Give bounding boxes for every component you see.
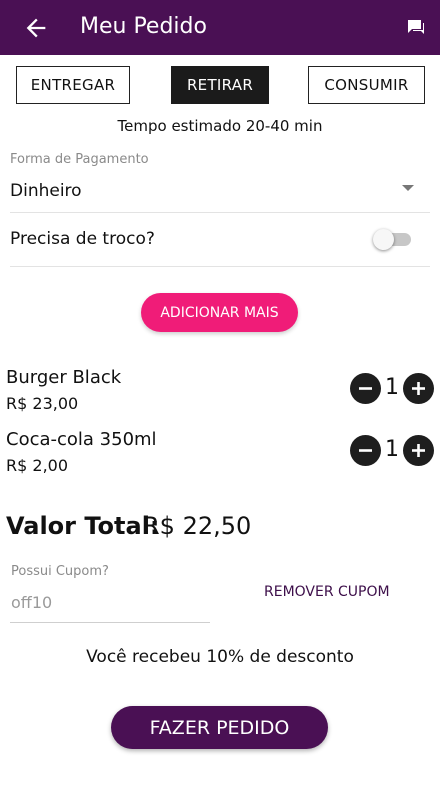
plus-icon: [412, 382, 425, 395]
increase-quantity-button[interactable]: [403, 373, 434, 404]
chat-icon[interactable]: [406, 17, 426, 37]
decrease-quantity-button[interactable]: [350, 435, 381, 466]
item-quantity: 1: [385, 375, 399, 400]
total-value: R$ 22,50: [143, 512, 252, 540]
chevron-down-icon[interactable]: [402, 185, 414, 191]
discount-message: Você recebeu 10% de desconto: [86, 647, 354, 667]
minus-icon: [359, 449, 372, 452]
app-bar: Meu Pedido: [0, 0, 440, 55]
item-price: R$ 2,00: [6, 456, 69, 475]
coupon-input-underline: [10, 622, 210, 623]
total-label: Valor Total:: [6, 512, 160, 540]
increase-quantity-button[interactable]: [403, 435, 434, 466]
decrease-quantity-button[interactable]: [350, 373, 381, 404]
place-order-button[interactable]: FAZER PEDIDO: [111, 706, 328, 749]
change-toggle-knob[interactable]: [373, 229, 394, 250]
payment-select[interactable]: Dinheiro: [10, 181, 82, 201]
item-name: Coca-cola 350ml: [6, 429, 157, 450]
item-quantity: 1: [385, 437, 399, 462]
remove-coupon-button[interactable]: REMOVER CUPOM: [264, 584, 390, 600]
page-title: Meu Pedido: [80, 14, 207, 39]
coupon-input[interactable]: off10: [11, 593, 52, 612]
change-label: Precisa de troco?: [10, 229, 155, 249]
item-name: Burger Black: [6, 367, 122, 388]
mode-pickup-button[interactable]: RETIRAR: [171, 66, 269, 104]
arrow-left-icon[interactable]: [22, 14, 50, 42]
plus-icon: [412, 444, 425, 457]
payment-label: Forma de Pagamento: [10, 152, 149, 167]
add-more-button[interactable]: ADICIONAR MAIS: [141, 293, 298, 332]
estimated-time: Tempo estimado 20-40 min: [117, 117, 323, 135]
item-price: R$ 23,00: [6, 394, 79, 413]
divider: [10, 266, 430, 267]
mode-deliver-button[interactable]: ENTREGAR: [16, 66, 130, 104]
coupon-label: Possui Cupom?: [11, 564, 109, 579]
divider: [10, 212, 430, 213]
minus-icon: [359, 387, 372, 390]
mode-consume-button[interactable]: CONSUMIR: [308, 66, 425, 104]
